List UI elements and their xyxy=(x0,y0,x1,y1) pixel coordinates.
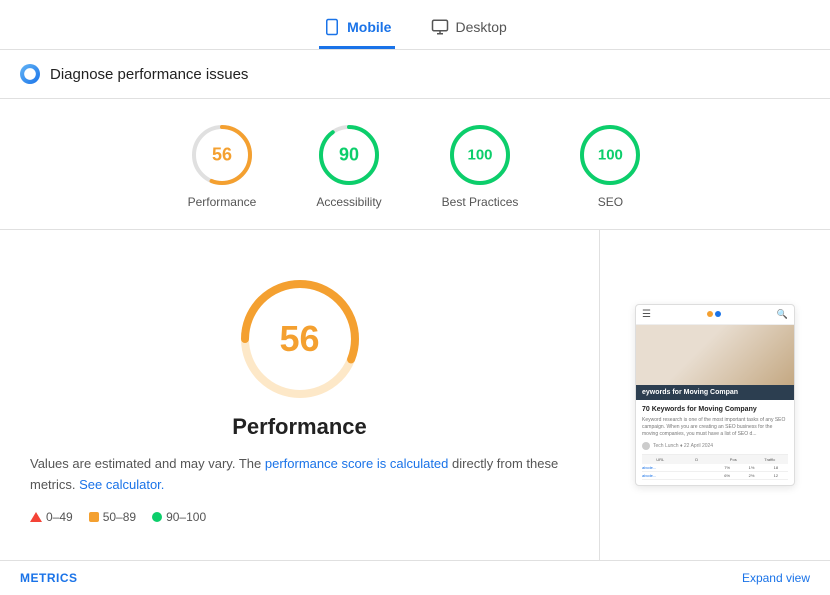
phone-table-row-2: abcde... 6% 2% 12 xyxy=(642,472,788,480)
score-circle-seo: 100 xyxy=(578,123,642,187)
score-seo[interactable]: 100 SEO xyxy=(578,123,642,209)
perf-desc-text: Values are estimated and may vary. The xyxy=(30,456,261,471)
phone-author-text: Tech Lunch ♦ 22 April 2024 xyxy=(653,443,713,449)
tab-mobile-label: Mobile xyxy=(347,19,391,35)
perf-score-link[interactable]: performance score is calculated xyxy=(265,456,449,471)
legend-average: 50–89 xyxy=(89,510,136,524)
legend-good: 90–100 xyxy=(152,510,206,524)
legend-poor: 0–49 xyxy=(30,510,73,524)
phone-author: Tech Lunch ♦ 22 April 2024 xyxy=(642,442,788,450)
tab-mobile[interactable]: Mobile xyxy=(319,10,395,49)
score-performance[interactable]: 56 Performance xyxy=(188,123,257,209)
score-value-accessibility: 90 xyxy=(339,145,359,166)
phone-hero xyxy=(636,325,794,385)
expand-view-button[interactable]: Expand view xyxy=(742,571,810,585)
phone-search-icon: 🔍 xyxy=(777,309,788,320)
performance-title: Performance xyxy=(30,414,569,440)
score-value-best-practices: 100 xyxy=(468,147,493,164)
phone-col-3: Traffic xyxy=(752,457,789,462)
score-value-seo: 100 xyxy=(598,147,623,164)
phone-row-traffic-2: 12 xyxy=(764,473,788,478)
right-panel: ☰ 🔍 eywords for Moving Compan 70 Keyword… xyxy=(600,230,830,560)
legend-poor-label: 0–49 xyxy=(46,510,73,524)
phone-main-title: 70 Keywords for Moving Company xyxy=(642,405,788,414)
score-accessibility[interactable]: 90 Accessibility xyxy=(316,123,381,209)
phone-col-link: URL xyxy=(642,457,679,462)
phone-menu-icon: ☰ xyxy=(642,309,651,320)
phone-sub-text: Keyword research is one of the most impo… xyxy=(642,417,788,438)
score-label-accessibility: Accessibility xyxy=(316,195,381,209)
main-content: 56 Performance Values are estimated and … xyxy=(0,230,830,560)
desktop-icon xyxy=(431,18,449,36)
phone-row-link-1: abcde... xyxy=(642,465,715,470)
score-best-practices[interactable]: 100 Best Practices xyxy=(442,123,519,209)
phone-avatar xyxy=(642,442,650,450)
perf-calculator-link[interactable]: See calculator. xyxy=(79,477,164,492)
legend-row: 0–49 50–89 90–100 xyxy=(30,510,569,524)
phone-row-pos-1: 1% xyxy=(739,465,763,470)
phone-col-2: Pos xyxy=(715,457,752,462)
phone-row-d-1: 7% xyxy=(715,465,739,470)
phone-banner-text: eywords for Moving Compan xyxy=(642,389,738,396)
scores-row: 56 Performance 90 Accessibility 100 Best… xyxy=(0,99,830,230)
diagnose-icon xyxy=(20,64,40,84)
phone-row-d-2: 6% xyxy=(715,473,739,478)
phone-banner: eywords for Moving Compan xyxy=(636,385,794,400)
tab-desktop[interactable]: Desktop xyxy=(427,10,510,49)
score-label-best-practices: Best Practices xyxy=(442,195,519,209)
phone-table: URL D Pos Traffic abcde... 7% 1% 18 abcd… xyxy=(642,454,788,480)
phone-row-link-2: abcde... xyxy=(642,473,715,478)
metrics-label: METRICS xyxy=(20,571,78,585)
big-score-number: 56 xyxy=(279,318,319,360)
phone-preview: ☰ 🔍 eywords for Moving Compan 70 Keyword… xyxy=(635,304,795,486)
phone-col-1: D xyxy=(679,457,716,462)
phone-logo-dot-orange xyxy=(707,311,713,317)
big-score-circle: 56 xyxy=(235,274,365,404)
score-circle-accessibility: 90 xyxy=(317,123,381,187)
phone-table-row-1: abcde... 7% 1% 18 xyxy=(642,464,788,472)
phone-row-pos-2: 2% xyxy=(739,473,763,478)
diagnose-title: Diagnose performance issues xyxy=(50,66,248,83)
phone-row-traffic-1: 18 xyxy=(764,465,788,470)
diagnose-bar: Diagnose performance issues xyxy=(0,50,830,99)
phone-top-bar: ☰ 🔍 xyxy=(636,305,794,325)
score-value-performance: 56 xyxy=(212,145,232,166)
phone-content: 70 Keywords for Moving Company Keyword r… xyxy=(636,400,794,485)
phone-logo xyxy=(707,311,721,317)
score-circle-performance: 56 xyxy=(190,123,254,187)
performance-description: Values are estimated and may vary. The p… xyxy=(30,454,569,496)
score-label-seo: SEO xyxy=(598,195,623,209)
phone-logo-dot-blue xyxy=(715,311,721,317)
legend-average-icon xyxy=(89,512,99,522)
score-circle-best-practices: 100 xyxy=(448,123,512,187)
tab-bar: Mobile Desktop xyxy=(0,0,830,50)
legend-poor-icon xyxy=(30,512,42,522)
legend-good-label: 90–100 xyxy=(166,510,206,524)
score-label-performance: Performance xyxy=(188,195,257,209)
metrics-footer: METRICS Expand view xyxy=(0,560,830,595)
phone-hero-image xyxy=(636,325,794,385)
phone-table-header: URL D Pos Traffic xyxy=(642,455,788,464)
legend-good-icon xyxy=(152,512,162,522)
left-panel: 56 Performance Values are estimated and … xyxy=(0,230,600,560)
mobile-icon xyxy=(323,18,341,36)
legend-average-label: 50–89 xyxy=(103,510,136,524)
tab-desktop-label: Desktop xyxy=(455,19,506,35)
